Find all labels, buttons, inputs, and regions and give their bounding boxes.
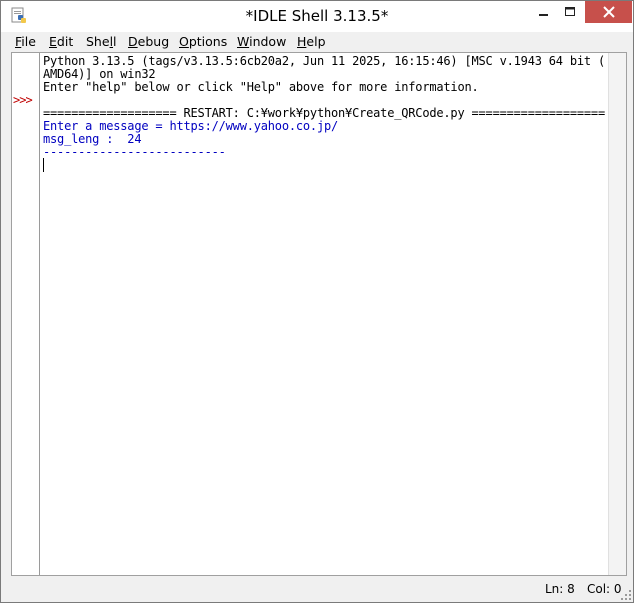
menu-help-label: elp (306, 34, 326, 49)
shell-editor-frame: >>> Python 3.13.5 (tags/v3.13.5:6cb20a2,… (11, 52, 627, 576)
maximize-icon (564, 7, 575, 16)
menu-file-label: ile (21, 34, 36, 49)
menu-shell[interactable]: Shell (86, 34, 117, 49)
shell-line-banner-2: AMD64)] on win32 (43, 67, 156, 81)
prompt-gutter: >>> (12, 53, 40, 575)
status-line-number: Ln: 8 (545, 582, 575, 596)
resize-grip-icon[interactable] (620, 589, 632, 601)
menu-file[interactable]: File (15, 34, 36, 49)
menu-debug-label: ebug (137, 34, 170, 49)
menu-debug[interactable]: Debug (128, 34, 169, 49)
minimize-button[interactable] (531, 1, 557, 23)
title-bar[interactable]: *IDLE Shell 3.13.5* (1, 1, 633, 32)
menu-debug-mnemonic: D (128, 34, 138, 49)
menu-shell-label: l (113, 34, 117, 49)
shell-line-separator: -------------------------- (43, 145, 226, 159)
vertical-scrollbar[interactable] (608, 53, 626, 575)
shell-line-banner-3: Enter "help" below or click "Help" above… (43, 80, 479, 94)
menu-help[interactable]: Help (297, 34, 326, 49)
menu-edit-label: dit (56, 34, 74, 49)
menu-help-mnemonic: H (297, 34, 307, 49)
shell-line-input-message: Enter a message = https://www.yahoo.co.j… (43, 119, 339, 133)
status-column-number: Col: 0 (587, 582, 622, 596)
close-button[interactable] (585, 1, 632, 23)
menu-options-label: ptions (188, 34, 228, 49)
menu-edit-mnemonic: E (49, 34, 57, 49)
shell-line-msg-leng: msg_leng : 24 (43, 132, 142, 146)
minimize-icon (539, 14, 548, 16)
menu-window[interactable]: Window (237, 34, 286, 49)
shell-line-restart: =================== RESTART: C:¥work¥pyt… (43, 106, 605, 120)
menu-options[interactable]: Options (179, 34, 227, 49)
menu-edit[interactable]: Edit (49, 34, 73, 49)
shell-prompt: >>> (13, 93, 33, 107)
menu-shell-label-pre: She (86, 34, 110, 49)
menu-window-mnemonic: W (237, 34, 250, 49)
menu-bar: File Edit Shell Debug Options Window Hel… (1, 32, 633, 52)
menu-options-mnemonic: O (179, 34, 189, 49)
text-cursor (43, 158, 44, 172)
shell-text-area[interactable]: Python 3.13.5 (tags/v3.13.5:6cb20a2, Jun… (43, 54, 609, 574)
menu-window-label: indow (249, 34, 287, 49)
maximize-button[interactable] (557, 1, 583, 23)
close-icon (602, 6, 615, 18)
idle-shell-window: *IDLE Shell 3.13.5* File Edit Shell Debu… (0, 0, 634, 603)
status-bar: Ln: 8 Col: 0 (1, 578, 633, 602)
shell-line-banner-1: Python 3.13.5 (tags/v3.13.5:6cb20a2, Jun… (43, 54, 605, 68)
